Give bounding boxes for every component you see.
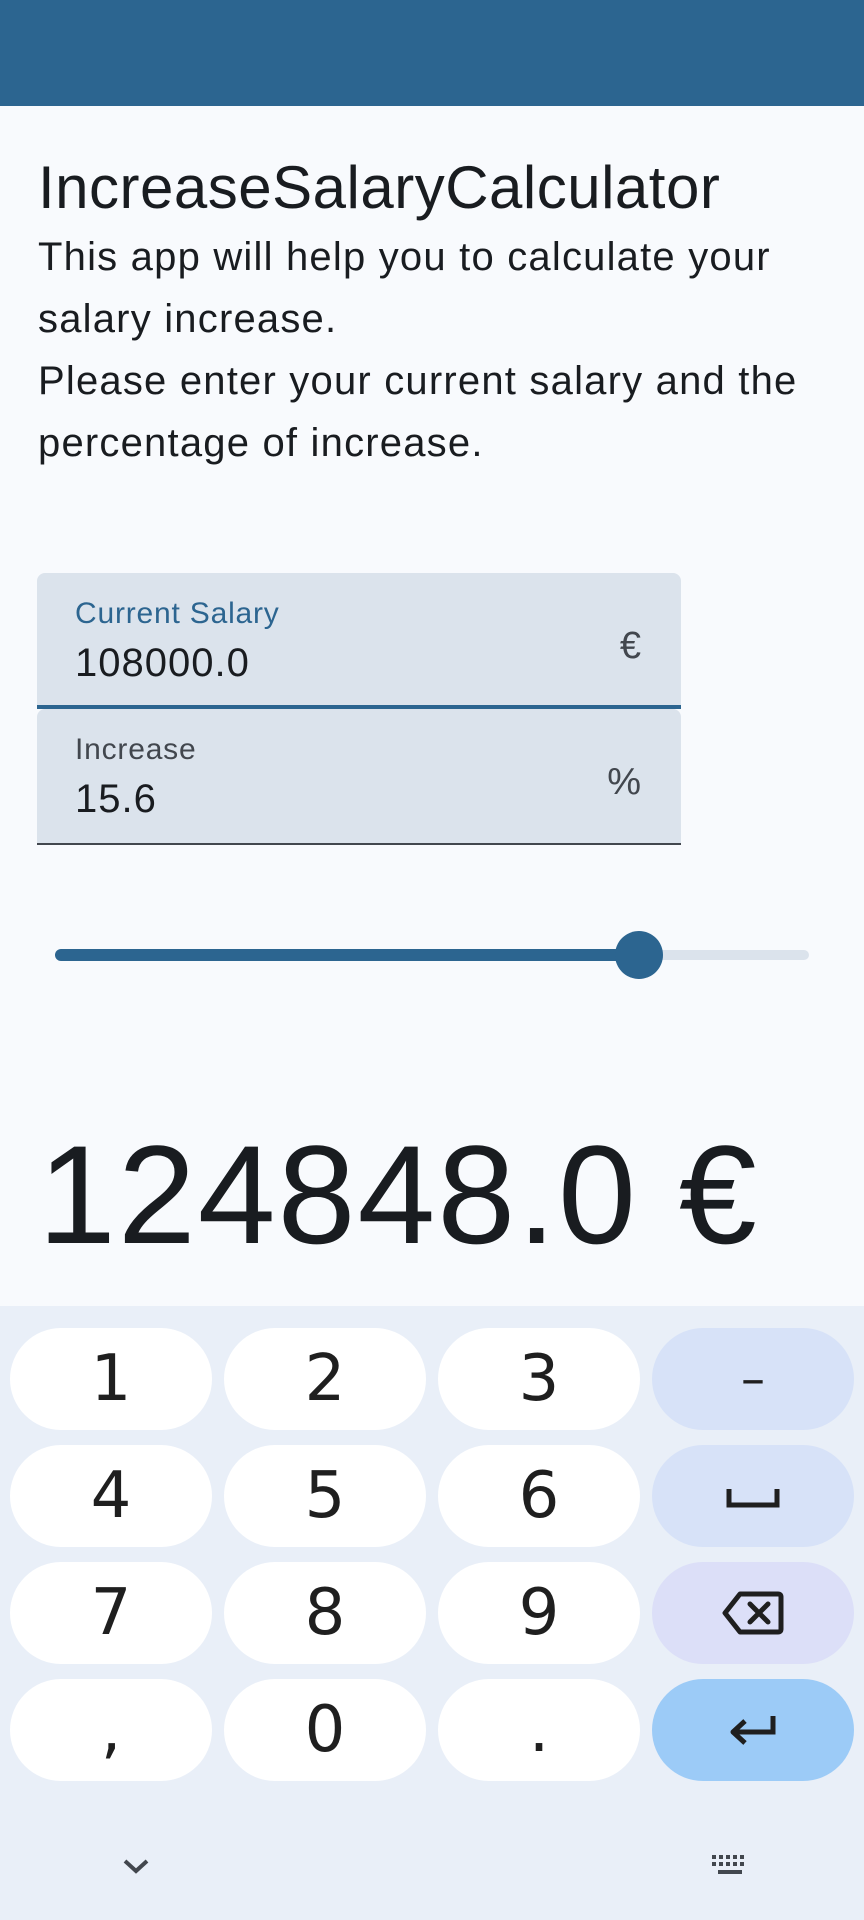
result-amount: 124848.0 € bbox=[38, 1116, 759, 1273]
key-6[interactable]: 6 bbox=[438, 1445, 640, 1547]
keyboard-icon bbox=[712, 1855, 744, 1874]
numeric-keyboard: 1 2 3 – 4 5 6 7 8 9 , 0 . bbox=[0, 1306, 864, 1920]
current-salary-label: Current Salary bbox=[75, 597, 280, 630]
key-minus[interactable]: – bbox=[652, 1328, 854, 1430]
key-3[interactable]: 3 bbox=[438, 1328, 640, 1430]
key-space[interactable] bbox=[652, 1445, 854, 1547]
description-line-1: This app will help you to calculate your… bbox=[38, 235, 771, 341]
backspace-icon bbox=[722, 1591, 784, 1635]
key-7[interactable]: 7 bbox=[10, 1562, 212, 1664]
key-8[interactable]: 8 bbox=[224, 1562, 426, 1664]
key-4[interactable]: 4 bbox=[10, 1445, 212, 1547]
intro-section: IncreaseSalaryCalculator This app will h… bbox=[38, 150, 838, 474]
current-salary-input[interactable] bbox=[75, 641, 575, 686]
increase-label: Increase bbox=[75, 733, 197, 766]
key-enter[interactable] bbox=[652, 1679, 854, 1781]
percent-suffix: % bbox=[607, 761, 641, 803]
increase-field[interactable]: Increase % bbox=[37, 709, 681, 845]
key-5[interactable]: 5 bbox=[224, 1445, 426, 1547]
increase-input[interactable] bbox=[75, 777, 575, 822]
key-comma[interactable]: , bbox=[10, 1679, 212, 1781]
enter-icon bbox=[730, 1716, 776, 1745]
keyboard-switch-button[interactable] bbox=[706, 1846, 754, 1886]
key-1[interactable]: 1 bbox=[10, 1328, 212, 1430]
status-bar bbox=[0, 0, 864, 106]
slider-thumb[interactable] bbox=[615, 931, 664, 979]
page-title: IncreaseSalaryCalculator bbox=[38, 154, 721, 221]
key-0[interactable]: 0 bbox=[224, 1679, 426, 1781]
key-period[interactable]: . bbox=[438, 1679, 640, 1781]
increase-slider[interactable] bbox=[55, 931, 809, 979]
hide-keyboard-button[interactable] bbox=[116, 1846, 156, 1886]
description-line-2: Please enter your current salary and the… bbox=[38, 359, 798, 465]
chevron-down-icon bbox=[123, 1859, 149, 1874]
slider-active-track bbox=[55, 949, 640, 961]
key-2[interactable]: 2 bbox=[224, 1328, 426, 1430]
euro-suffix: € bbox=[619, 625, 641, 667]
key-backspace[interactable] bbox=[652, 1562, 854, 1664]
space-icon bbox=[726, 1489, 780, 1508]
key-9[interactable]: 9 bbox=[438, 1562, 640, 1664]
current-salary-field[interactable]: Current Salary € bbox=[37, 573, 681, 709]
